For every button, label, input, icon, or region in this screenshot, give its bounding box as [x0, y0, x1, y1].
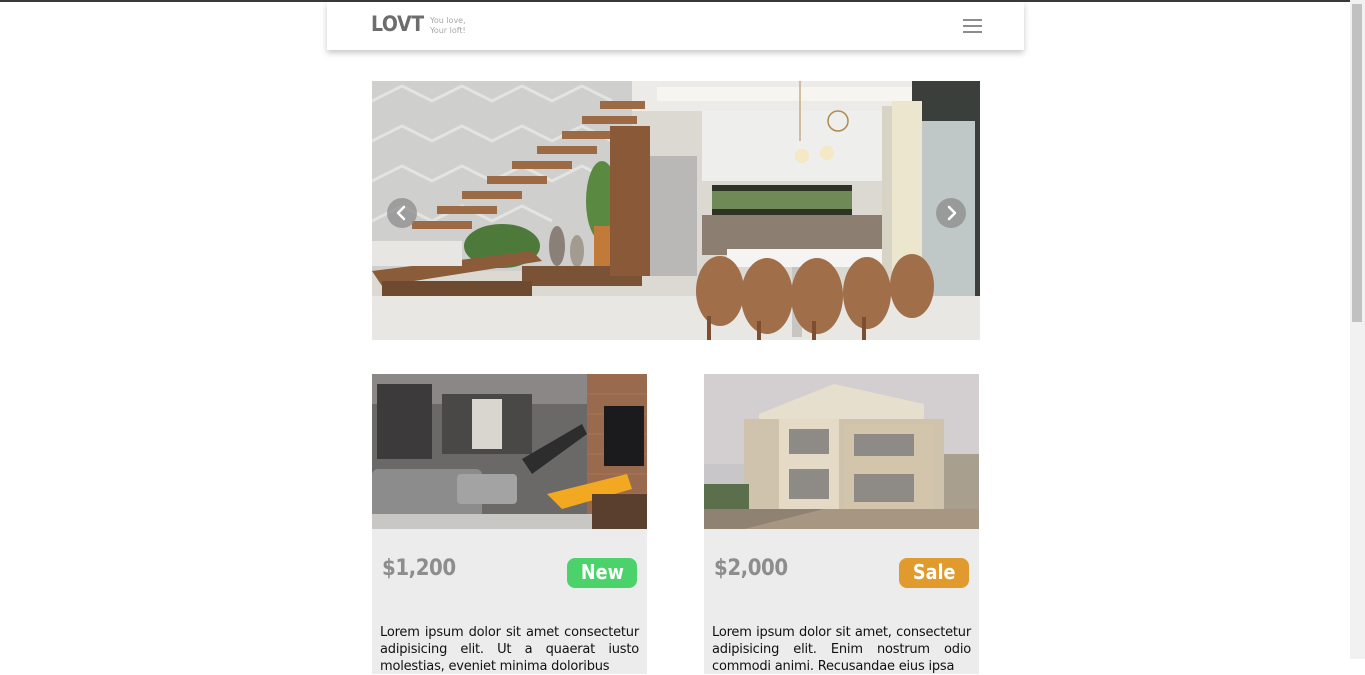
listing-description: Lorem ipsum dolor sit amet, consectetur … [712, 625, 971, 674]
listing-card[interactable]: $2,000 Sale Lorem ipsum dolor sit amet, … [704, 374, 979, 674]
site-logo[interactable]: LOVT [371, 12, 424, 36]
chevron-right-icon [947, 205, 957, 221]
listing-description: Lorem ipsum dolor sit amet consectetur a… [380, 625, 639, 674]
carousel-prev-button[interactable] [387, 198, 417, 228]
scrollbar-thumb[interactable] [1352, 4, 1362, 322]
carousel-next-button[interactable] [936, 198, 966, 228]
carousel-slide-image [372, 81, 980, 340]
tagline-line-2: Your loft! [430, 26, 466, 35]
menu-bar-top [963, 19, 982, 21]
status-badge-label: Sale [912, 560, 956, 584]
hamburger-menu-icon[interactable] [955, 14, 991, 38]
status-badge-label: New [580, 560, 624, 584]
listing-card[interactable]: $1,200 New Lorem ipsum dolor sit amet co… [372, 374, 647, 674]
status-badge: Sale [899, 558, 969, 588]
site-header: LOVT You love, Your loft! [327, 2, 1024, 50]
site-tagline: You love, Your loft! [430, 16, 466, 36]
status-badge: New [567, 558, 637, 588]
listing-photo[interactable] [704, 374, 979, 529]
listing-price: $2,000 [714, 556, 788, 581]
menu-bar-bottom [963, 31, 982, 33]
page-scrollbar[interactable] [1350, 0, 1365, 659]
hero-carousel[interactable] [372, 81, 980, 340]
chevron-left-icon [396, 205, 406, 221]
menu-bar-middle [963, 25, 982, 27]
tagline-line-1: You love, [430, 16, 466, 25]
listing-price: $1,200 [382, 556, 456, 581]
listing-photo[interactable] [372, 374, 647, 529]
